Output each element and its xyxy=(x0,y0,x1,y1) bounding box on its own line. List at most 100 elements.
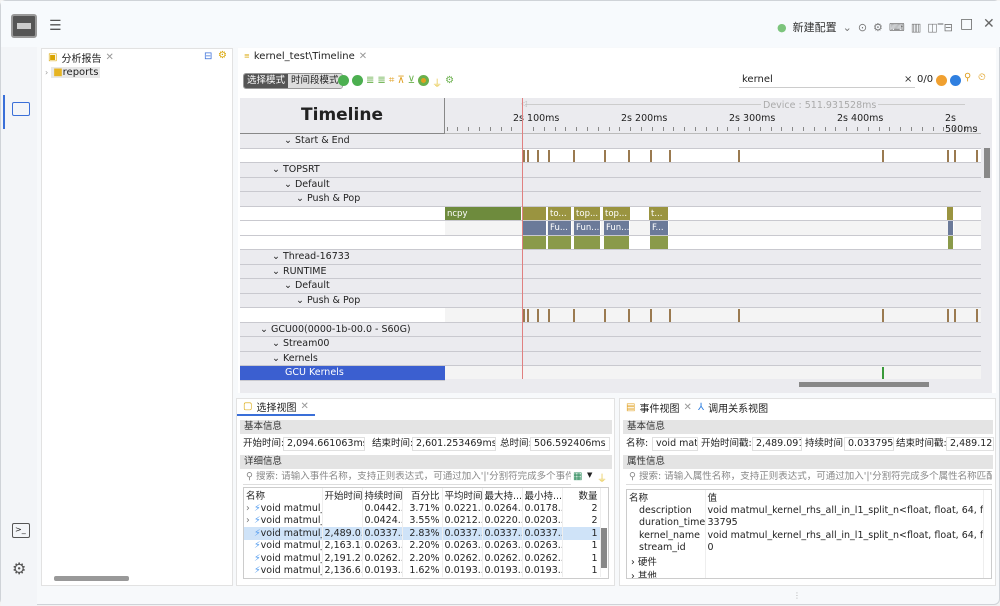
chevron-down-icon[interactable]: ⌄ xyxy=(284,280,295,291)
track-label[interactable]: GCU Kernels xyxy=(240,366,445,381)
resize-handle[interactable]: ⋮ xyxy=(793,591,801,600)
timeline-event[interactable]: top... xyxy=(603,206,631,220)
track-row[interactable] xyxy=(445,366,981,379)
timeline-event[interactable]: Fu... xyxy=(548,221,572,235)
select-mode-button[interactable]: 选择模式 xyxy=(244,74,289,88)
timeline-event[interactable]: t... xyxy=(649,206,669,220)
chevron-down-icon[interactable]: ⌄ xyxy=(284,179,295,190)
horizontal-scrollbar[interactable] xyxy=(799,382,929,387)
event-marker[interactable] xyxy=(738,149,740,162)
config-select[interactable]: 新建配置 xyxy=(793,19,837,35)
timeline-event[interactable]: ncpy xyxy=(445,206,523,220)
track-row[interactable] xyxy=(445,293,981,308)
time-cursor[interactable] xyxy=(522,98,524,379)
event-marker[interactable] xyxy=(603,309,606,322)
track-label[interactable]: ⌄ Push & Pop xyxy=(240,293,445,308)
event-marker[interactable] xyxy=(522,309,525,322)
zoom-out-icon[interactable] xyxy=(352,75,363,86)
chevron-down-icon[interactable]: ⌄ xyxy=(843,21,852,34)
attribute-row[interactable]: description void matmul_kernel_rhs_all_in… xyxy=(627,504,984,517)
column-header[interactable]: 平均时间 xyxy=(442,488,483,502)
track-row[interactable] xyxy=(445,337,981,352)
column-header[interactable]: 名称 xyxy=(244,488,323,502)
event-marker[interactable] xyxy=(522,149,525,162)
track-label[interactable]: ⌄ Kernels xyxy=(240,351,445,366)
table-row[interactable]: › ⚡void matmul_0.0424...3.55%0.0212...0.… xyxy=(244,514,601,527)
table-row[interactable]: ⚡void matmul_2,191.2...0.0262...2.20%0.0… xyxy=(244,552,601,565)
tab-event-view[interactable]: ▤ 事件视图 ✕ xyxy=(620,399,698,416)
export-excel-icon[interactable]: ▦ xyxy=(573,471,582,482)
attribute-row[interactable]: stream_id 0 xyxy=(627,541,984,554)
event-marker[interactable] xyxy=(548,309,551,322)
up-icon[interactable]: ⊼ xyxy=(397,75,404,90)
event-marker[interactable] xyxy=(954,309,956,322)
timeline-event[interactable] xyxy=(947,221,954,235)
book-icon[interactable]: ▥ xyxy=(911,21,921,34)
event-marker[interactable] xyxy=(526,309,529,322)
collapse-icon[interactable]: ≣ xyxy=(366,75,374,90)
chevron-down-icon[interactable]: ⌄ xyxy=(272,266,283,277)
event-marker[interactable] xyxy=(668,309,671,322)
timer-icon[interactable]: ⏲ xyxy=(978,72,986,83)
previous-match-icon[interactable] xyxy=(936,75,947,86)
search-field[interactable]: kernel × xyxy=(739,73,915,88)
track-row[interactable] xyxy=(445,322,981,337)
attribute-row[interactable]: duration_timest33795 xyxy=(627,516,984,529)
expand-icon[interactable]: › xyxy=(246,503,254,514)
chevron-down-icon[interactable]: ⌄ xyxy=(272,251,283,262)
attribute-row[interactable]: › 其他 xyxy=(627,568,984,578)
track-row[interactable] xyxy=(445,177,981,192)
timeline-event[interactable] xyxy=(574,235,602,249)
timeline-event[interactable] xyxy=(522,206,548,220)
layout-bottom-icon[interactable]: ⊟ xyxy=(944,21,953,34)
event-marker[interactable] xyxy=(627,309,630,322)
expand-icon[interactable]: › xyxy=(631,557,638,568)
timeline-event[interactable] xyxy=(522,221,548,235)
table-row[interactable]: › ⚡void matmul_0.0442...3.71%0.0221...0.… xyxy=(244,502,601,515)
link-icon[interactable]: ⚙ xyxy=(218,50,227,61)
column-header[interactable]: 数量 xyxy=(562,488,601,502)
table-row[interactable]: ⚡void matmul_2,489.0...0.0337...2.83%0.0… xyxy=(244,527,601,540)
gear-icon[interactable]: ⚙ xyxy=(873,21,883,34)
track-label[interactable]: ⌄ Push & Pop xyxy=(240,192,445,207)
tab-selection-view[interactable]: ▢ 选择视图 ✕ xyxy=(237,399,315,416)
event-marker[interactable] xyxy=(668,149,671,162)
chevron-down-icon[interactable]: ⌄ xyxy=(296,193,307,204)
event-marker[interactable] xyxy=(537,149,540,162)
event-marker[interactable] xyxy=(526,149,529,162)
settings-icon[interactable]: ⚙ xyxy=(12,559,26,578)
track-row[interactable] xyxy=(445,264,981,279)
refresh-icon[interactable] xyxy=(418,75,430,86)
terminal-icon[interactable]: >_ xyxy=(12,523,30,538)
event-marker[interactable] xyxy=(881,149,884,162)
event-marker[interactable] xyxy=(572,309,575,322)
timeline-event[interactable] xyxy=(946,206,954,220)
table-row[interactable]: ⚡void matmul_2,136.6...0.0193...1.62%0.0… xyxy=(244,564,601,577)
column-name[interactable]: 名称 xyxy=(627,490,706,504)
column-value[interactable]: 值 xyxy=(705,490,984,504)
timeline-event[interactable] xyxy=(522,235,548,249)
event-marker[interactable] xyxy=(946,309,949,322)
close-icon[interactable]: ✕ xyxy=(983,16,995,32)
maximize-icon[interactable]: □ xyxy=(960,16,973,32)
column-header[interactable]: 开始时间 xyxy=(322,488,363,502)
event-marker[interactable] xyxy=(738,309,740,322)
event-marker[interactable] xyxy=(649,309,652,322)
vertical-scrollbar[interactable] xyxy=(601,528,607,568)
clear-search-icon[interactable]: × xyxy=(904,74,912,85)
column-header[interactable]: 最小持... xyxy=(522,488,563,502)
filter-icon[interactable]: ⏚ xyxy=(432,75,442,90)
event-marker[interactable] xyxy=(881,309,884,322)
tab-call-graph-view[interactable]: ⅄ 调用关系视图 xyxy=(692,399,775,416)
tab-timeline[interactable]: ≡ kernel_test\Timeline ✕ xyxy=(238,48,374,65)
menu-icon[interactable]: ☰ xyxy=(49,18,62,34)
close-tab-icon[interactable]: ✕ xyxy=(359,51,367,62)
column-header[interactable]: 最大持... xyxy=(482,488,523,502)
timeline-event[interactable]: to... xyxy=(548,206,572,220)
folder-icon[interactable] xyxy=(12,102,30,116)
minimize-icon[interactable]: – xyxy=(937,16,944,32)
chevron-down-icon[interactable]: ⌄ xyxy=(296,295,307,306)
track-row[interactable] xyxy=(445,351,981,366)
filter-icon[interactable]: ⏚ xyxy=(597,470,607,485)
chevron-down-icon[interactable]: ⌄ xyxy=(284,135,295,146)
